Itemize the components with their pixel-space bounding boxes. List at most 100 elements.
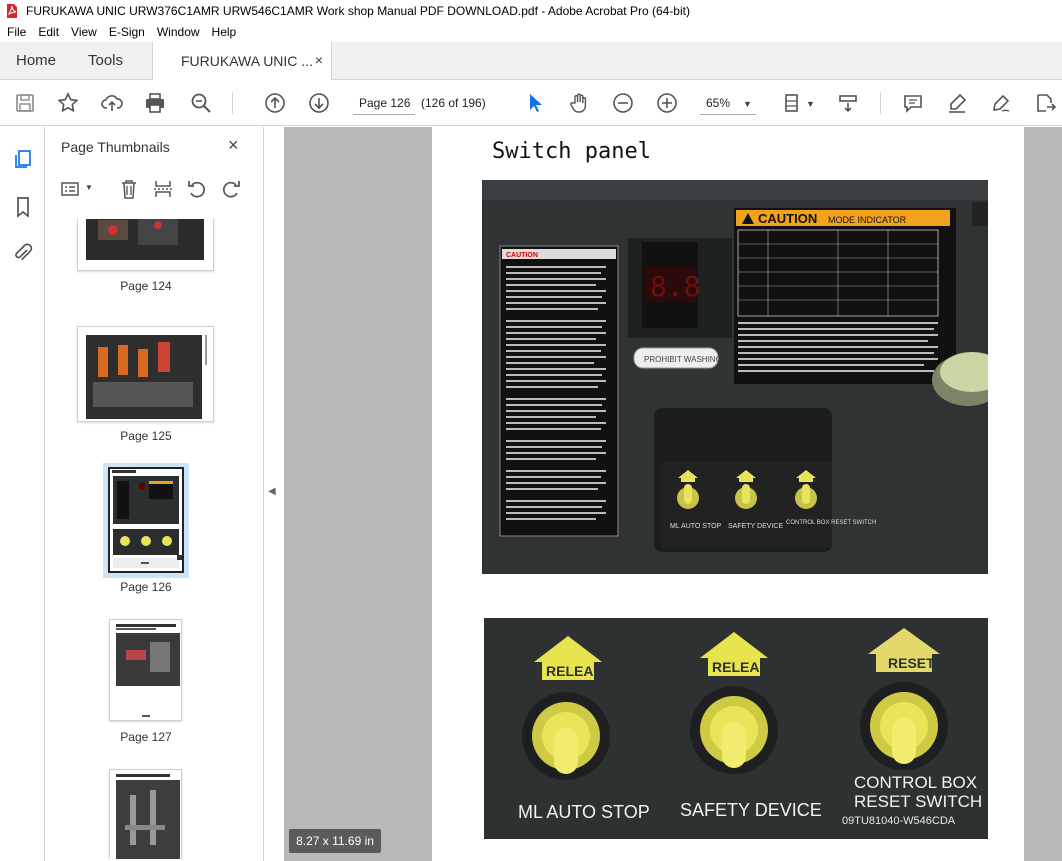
sign-button[interactable]	[989, 91, 1013, 115]
page-thumbnails-button[interactable]	[11, 147, 35, 171]
title-bar: FURUKAWA UNIC URW376C1AMR URW546C1AMR Wo…	[0, 0, 1062, 22]
zoom-out-button[interactable]	[611, 91, 635, 115]
zoom-in-button[interactable]	[655, 91, 679, 115]
save-icon	[16, 94, 34, 112]
toolbar-separator	[232, 92, 233, 114]
thumbnail-page-127[interactable]	[109, 619, 182, 721]
collapse-panel-icon[interactable]: ◀	[268, 486, 276, 497]
thumbnail-label: Page 126	[120, 580, 172, 594]
menu-esign[interactable]: E-Sign	[102, 25, 150, 39]
close-panel-icon[interactable]: ×	[228, 135, 239, 156]
page-number-input[interactable]: Page 126	[353, 91, 415, 115]
upload-button[interactable]	[100, 91, 124, 115]
tab-document[interactable]: FURUKAWA UNIC ... ×	[152, 42, 332, 81]
switch-closeup-illustration: RELEASE RELEASE RESET ML AUTO STOP SAFET…	[484, 618, 988, 839]
thumbnail-toolbar: ▼	[59, 175, 249, 203]
panel-title: Page Thumbnails	[61, 139, 170, 155]
tab-close-icon[interactable]: ×	[315, 52, 323, 68]
trash-icon	[122, 180, 136, 199]
document-viewport[interactable]: Switch panel CAUTION 8.8 PROHIBIT WASHIN…	[284, 127, 1062, 861]
more-tools-button[interactable]	[1033, 91, 1057, 115]
magnifier-icon	[191, 93, 211, 113]
cursor-arrow-icon	[530, 94, 542, 112]
list-options-icon	[61, 182, 79, 196]
arrow-up-circle-icon	[265, 93, 285, 113]
page-count: (126 of 196)	[421, 96, 486, 110]
release-arrow-label: RELEASE	[546, 663, 612, 679]
page-heading: Switch panel	[492, 139, 651, 164]
led-display: 8.8	[650, 270, 701, 303]
chevron-down-icon[interactable]: ▼	[806, 99, 815, 109]
menu-edit[interactable]: Edit	[31, 25, 64, 39]
star-icon	[57, 92, 79, 113]
select-tool-button[interactable]	[523, 91, 547, 115]
toolbar-separator	[880, 92, 881, 114]
switch-closeup-photo: RELEASE RELEASE RESET ML AUTO STOP SAFET…	[484, 618, 988, 839]
menu-file[interactable]: File	[0, 25, 31, 39]
thumbnail-label: Page 127	[120, 730, 172, 744]
switch-label-control-box: CONTROL BOX	[854, 773, 977, 792]
thumbnail-image	[108, 467, 184, 573]
page-fit-button[interactable]	[781, 91, 805, 115]
part-number: 09TU81040-W546CDA	[842, 815, 956, 827]
scroll-mode-button[interactable]	[836, 91, 860, 115]
switch-label-safety-device: SAFETY DEVICE	[680, 800, 822, 820]
thumbnail-page-128[interactable]	[109, 769, 182, 859]
tab-document-label: FURUKAWA UNIC ...	[181, 53, 313, 69]
menu-bar: File Edit View E-Sign Window Help	[0, 22, 1062, 42]
switch-panel-illustration: CAUTION 8.8 PROHIBIT WASHING CAUTION MOD…	[482, 180, 988, 574]
comment-icon	[904, 95, 922, 113]
switch-label-ml-auto-stop: ML AUTO STOP	[518, 802, 650, 822]
attachments-button[interactable]	[11, 241, 35, 265]
switch-label-reset-switch: RESET SWITCH	[854, 792, 982, 811]
highlight-button[interactable]	[945, 91, 969, 115]
highlighter-icon	[949, 93, 967, 113]
previous-page-button[interactable]	[263, 91, 287, 115]
switch-panel-photo: CAUTION 8.8 PROHIBIT WASHING CAUTION MOD…	[482, 180, 988, 574]
paperclip-icon	[15, 243, 33, 261]
fit-page-icon	[785, 94, 798, 112]
delete-page-button[interactable]	[117, 177, 141, 201]
thumbnail-image	[116, 774, 180, 859]
tab-home[interactable]: Home	[16, 52, 56, 69]
scroll-icon	[839, 95, 857, 113]
save-button[interactable]	[13, 91, 37, 115]
thumbnails-panel: Page Thumbnails × ▼ Page 124 Page 125 Pa…	[45, 127, 302, 861]
pdf-page: Switch panel CAUTION 8.8 PROHIBIT WASHIN…	[432, 127, 1024, 861]
pages-icon	[15, 150, 31, 168]
crop-page-button[interactable]	[151, 177, 175, 201]
chevron-down-icon[interactable]: ▼	[743, 99, 752, 109]
rotate-left-button[interactable]	[185, 177, 209, 201]
left-navigation-rail	[0, 127, 45, 861]
bookmarks-button[interactable]	[11, 195, 35, 219]
arrow-down-circle-icon	[309, 93, 329, 113]
zoom-search-button[interactable]	[189, 91, 213, 115]
comment-button[interactable]	[901, 91, 925, 115]
menu-window[interactable]: Window	[150, 25, 205, 39]
printer-icon	[146, 93, 164, 113]
menu-help[interactable]: Help	[205, 25, 242, 39]
thumbnail-label: Page 125	[120, 429, 172, 443]
rotate-right-button[interactable]	[219, 177, 243, 201]
thumbnail-options-button[interactable]	[59, 177, 83, 201]
thumbnail-image	[116, 624, 180, 717]
pen-sign-icon	[993, 94, 1010, 112]
thumbnail-image	[86, 219, 204, 260]
reset-arrow-label: RESET	[888, 655, 935, 671]
print-button[interactable]	[143, 91, 167, 115]
menu-view[interactable]: View	[64, 25, 102, 39]
hand-tool-button[interactable]	[567, 91, 591, 115]
thumbnail-page-126-selected[interactable]	[103, 463, 189, 578]
acrobat-logo-icon	[7, 4, 17, 18]
tab-bar: Home Tools FURUKAWA UNIC ... ×	[0, 42, 1062, 81]
page-size-indicator: 8.27 x 11.69 in	[289, 829, 381, 853]
next-page-button[interactable]	[307, 91, 331, 115]
thumbnail-label: Page 124	[120, 279, 172, 293]
tab-tools[interactable]: Tools	[88, 52, 123, 69]
bookmark-star-button[interactable]	[56, 91, 80, 115]
chevron-down-icon[interactable]: ▼	[85, 183, 93, 192]
window-title: FURUKAWA UNIC URW376C1AMR URW546C1AMR Wo…	[26, 4, 690, 18]
thumbnail-page-125[interactable]	[77, 326, 214, 422]
plus-circle-icon	[657, 93, 677, 113]
thumbnail-page-124[interactable]	[77, 219, 214, 271]
